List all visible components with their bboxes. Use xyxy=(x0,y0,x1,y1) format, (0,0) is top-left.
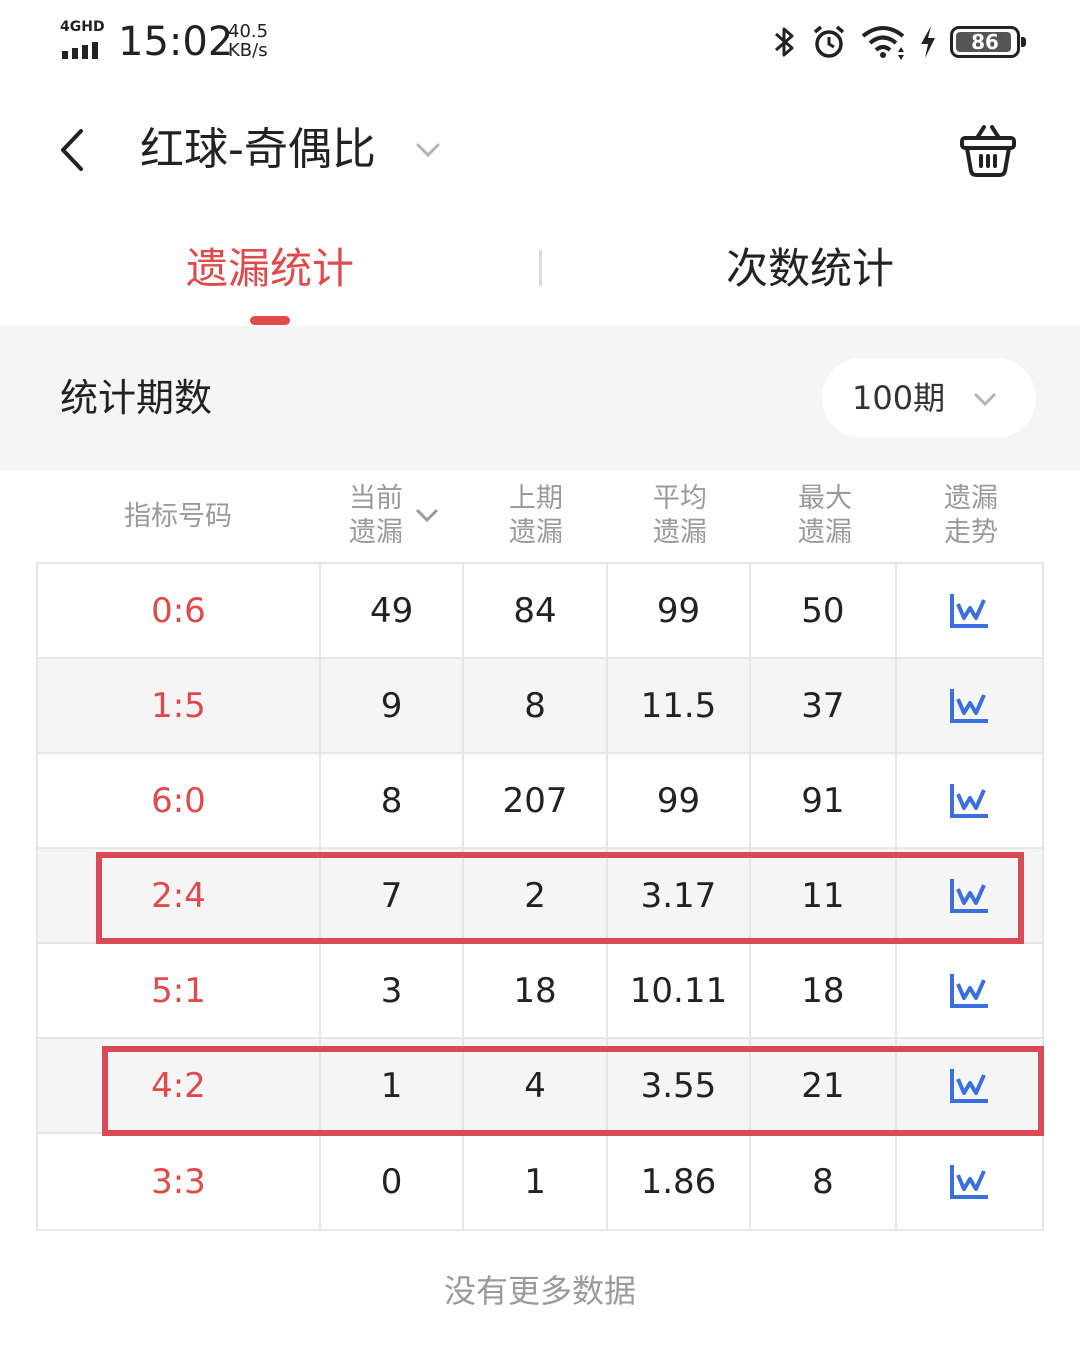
trend-button[interactable] xyxy=(897,944,1042,1037)
line-chart-icon xyxy=(950,688,989,723)
trend-button[interactable] xyxy=(897,1039,1042,1132)
cell-previous: 207 xyxy=(464,754,608,847)
top-nav-bar: 红球-奇偶比 xyxy=(0,100,1080,200)
back-button[interactable] xyxy=(44,122,100,178)
table-row: 3:3 0 1 1.86 8 xyxy=(38,1134,1042,1229)
table-row: 1:5 9 8 11.5 37 xyxy=(38,659,1042,754)
table-row: 6:0 8 207 99 91 xyxy=(38,754,1042,849)
table-row: 5:1 3 18 10.11 18 xyxy=(38,944,1042,1039)
cell-average: 11.5 xyxy=(608,659,752,752)
battery-icon: 86 xyxy=(950,26,1026,58)
tab-bar: 遗漏统计 次数统计 xyxy=(0,220,1080,326)
cell-max: 18 xyxy=(751,944,897,1037)
cell-ratio: 6:0 xyxy=(38,754,321,847)
line-chart-icon xyxy=(950,783,989,818)
network-speed: 40.5 KB/s xyxy=(228,21,269,61)
header-previous-missing: 上期 遗漏 xyxy=(509,483,563,548)
trend-button[interactable] xyxy=(897,659,1042,752)
cell-max: 21 xyxy=(751,1039,897,1132)
bluetooth-icon xyxy=(775,27,794,57)
period-bar: 统计期数 100期 xyxy=(0,326,1080,470)
tab-count-stats[interactable]: 次数统计 xyxy=(540,240,1080,298)
trend-button[interactable] xyxy=(897,1134,1042,1229)
cell-max: 37 xyxy=(751,659,897,752)
cell-max: 8 xyxy=(751,1134,897,1229)
sort-chevron-down-icon[interactable] xyxy=(414,502,440,528)
chevron-down-icon xyxy=(974,393,996,407)
basket-button[interactable] xyxy=(958,120,1018,180)
header-indicator: 指标号码 xyxy=(124,501,232,532)
line-chart-icon xyxy=(950,878,989,913)
cell-average: 1.86 xyxy=(608,1134,752,1229)
signal-icon: 4GHD xyxy=(60,20,108,60)
cell-average: 10.11 xyxy=(608,944,752,1037)
charging-icon xyxy=(921,26,935,58)
header-missing-trend: 遗漏 走势 xyxy=(944,483,998,548)
cell-average: 99 xyxy=(608,564,752,657)
line-chart-icon xyxy=(950,1164,989,1199)
cell-average: 99 xyxy=(608,754,752,847)
tab-missing-stats[interactable]: 遗漏统计 xyxy=(0,240,540,298)
cell-ratio: 1:5 xyxy=(38,659,321,752)
cell-average: 3.55 xyxy=(608,1039,752,1132)
header-max-missing: 最大 遗漏 xyxy=(798,483,852,548)
cell-ratio: 4:2 xyxy=(38,1039,321,1132)
trend-button[interactable] xyxy=(897,754,1042,847)
cell-previous: 84 xyxy=(464,564,608,657)
header-current-missing[interactable]: 当前 遗漏 xyxy=(326,482,426,550)
cell-average: 3.17 xyxy=(608,849,752,942)
alarm-icon xyxy=(813,25,845,58)
cell-max: 91 xyxy=(751,754,897,847)
cell-ratio: 3:3 xyxy=(38,1134,321,1229)
cell-previous: 8 xyxy=(464,659,608,752)
header-average-missing: 平均 遗漏 xyxy=(653,483,707,548)
period-selected-value: 100期 xyxy=(852,379,946,417)
chevron-down-icon[interactable] xyxy=(412,134,444,166)
stats-table: 0:6 49 84 99 50 1:5 9 8 11.5 37 6:0 8 20… xyxy=(36,562,1044,1231)
cell-ratio: 5:1 xyxy=(38,944,321,1037)
cell-current: 8 xyxy=(321,754,465,847)
trend-button[interactable] xyxy=(897,849,1042,942)
cell-current: 49 xyxy=(321,564,465,657)
page-title[interactable]: 红球-奇偶比 xyxy=(140,120,376,180)
status-bar: 4GHD 15:02 40.5 KB/s 86 xyxy=(0,0,1080,90)
line-chart-icon xyxy=(950,1068,989,1103)
line-chart-icon xyxy=(950,593,989,628)
cell-ratio: 2:4 xyxy=(38,849,321,942)
cell-max: 11 xyxy=(751,849,897,942)
cell-current: 9 xyxy=(321,659,465,752)
chevron-left-icon xyxy=(61,129,83,171)
table-header: 指标号码 当前 遗漏 上期 遗漏 平均 遗漏 最大 遗漏 遗漏 走势 xyxy=(36,470,1044,562)
line-chart-icon xyxy=(950,973,989,1008)
basket-icon xyxy=(960,125,1016,177)
period-select[interactable]: 100期 xyxy=(822,358,1036,438)
table-row: 0:6 49 84 99 50 xyxy=(38,564,1042,659)
cell-previous: 18 xyxy=(464,944,608,1037)
period-label: 统计期数 xyxy=(60,376,213,420)
table-row: 4:2 1 4 3.55 21 xyxy=(38,1039,1042,1134)
no-more-data-text: 没有更多数据 xyxy=(443,1272,636,1310)
cell-previous: 2 xyxy=(464,849,608,942)
cell-current: 0 xyxy=(321,1134,465,1229)
active-tab-indicator xyxy=(250,316,290,325)
table-row: 2:4 7 2 3.17 11 xyxy=(38,849,1042,944)
cell-previous: 1 xyxy=(464,1134,608,1229)
cell-ratio: 0:6 xyxy=(38,564,321,657)
cell-previous: 4 xyxy=(464,1039,608,1132)
cell-current: 7 xyxy=(321,849,465,942)
cell-current: 3 xyxy=(321,944,465,1037)
cell-current: 1 xyxy=(321,1039,465,1132)
wifi-icon xyxy=(861,26,905,60)
clock: 15:02 xyxy=(118,19,234,65)
network-type: 4GHD xyxy=(60,19,105,35)
trend-button[interactable] xyxy=(897,564,1042,657)
cell-max: 50 xyxy=(751,564,897,657)
